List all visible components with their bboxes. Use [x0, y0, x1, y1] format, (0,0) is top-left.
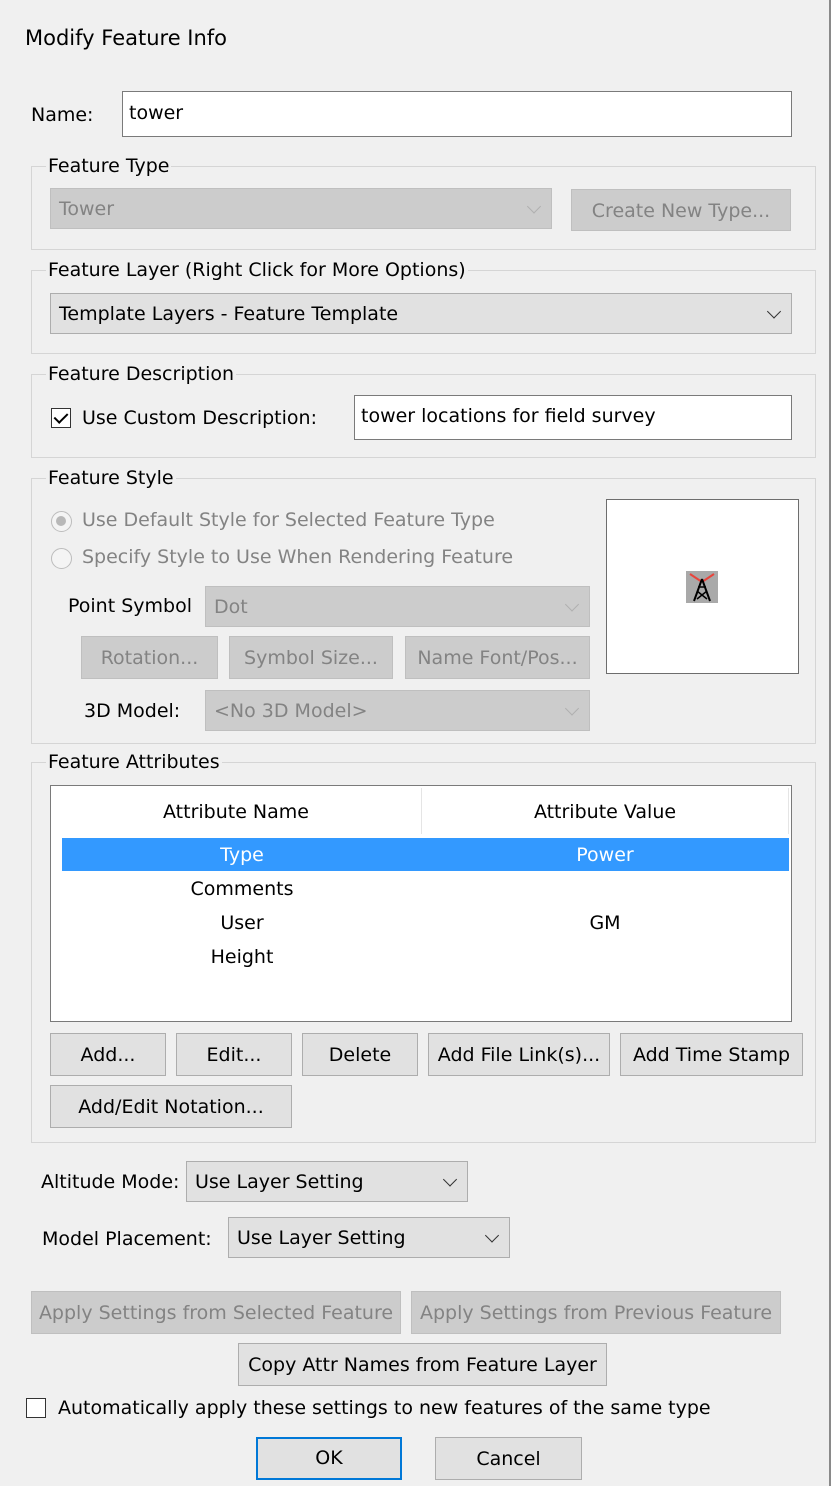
3d-model-value: <No 3D Model>: [214, 700, 368, 722]
attribute-name-cell: User: [220, 912, 264, 934]
default-style-label: Use Default Style for Selected Feature T…: [82, 509, 495, 531]
ok-button[interactable]: OK: [256, 1437, 402, 1480]
3d-model-select[interactable]: <No 3D Model>: [205, 690, 590, 731]
name-font-pos-button[interactable]: Name Font/Pos...: [405, 636, 590, 679]
apply-settings-previous-button[interactable]: Apply Settings from Previous Feature: [411, 1291, 781, 1334]
altitude-mode-label: Altitude Mode:: [41, 1171, 180, 1193]
edit-attribute-button[interactable]: Edit...: [176, 1033, 292, 1076]
model-placement-value: Use Layer Setting: [237, 1227, 406, 1249]
add-edit-notation-button[interactable]: Add/Edit Notation...: [50, 1085, 292, 1128]
delete-attribute-button[interactable]: Delete: [302, 1033, 418, 1076]
use-custom-description-label: Use Custom Description:: [82, 407, 317, 429]
attribute-name-cell: Comments: [190, 878, 294, 900]
feature-layer-select[interactable]: Template Layers - Feature Template: [50, 293, 792, 334]
attribute-value-cell: Power: [576, 844, 634, 866]
attributes-list-header: Attribute Name Attribute Value: [51, 786, 791, 836]
feature-description-group-label: Feature Description: [46, 363, 237, 385]
column-separator: [788, 788, 789, 834]
altitude-mode-select[interactable]: Use Layer Setting: [186, 1161, 468, 1202]
chevron-down-icon: [564, 596, 580, 612]
chevron-down-icon: [766, 303, 782, 319]
3d-model-label: 3D Model:: [84, 700, 181, 722]
feature-layer-value: Template Layers - Feature Template: [59, 303, 399, 325]
feature-type-group-label: Feature Type: [46, 155, 172, 177]
chevron-down-icon: [442, 1171, 458, 1187]
chevron-down-icon: [564, 700, 580, 716]
specify-style-label: Specify Style to Use When Rendering Feat…: [82, 546, 514, 568]
attributes-list[interactable]: Attribute Name Attribute Value Type Powe…: [50, 785, 792, 1022]
chevron-down-icon: [526, 198, 542, 214]
table-row[interactable]: User GM: [62, 906, 789, 939]
point-symbol-label: Point Symbol: [68, 595, 192, 617]
specify-style-radio[interactable]: [51, 548, 72, 569]
point-symbol-value: Dot: [214, 596, 248, 618]
symbol-size-button[interactable]: Symbol Size...: [229, 636, 393, 679]
chevron-down-icon: [484, 1227, 500, 1243]
use-custom-description-checkbox[interactable]: [51, 408, 71, 428]
feature-style-group-label: Feature Style: [46, 467, 176, 489]
create-new-type-button[interactable]: Create New Type...: [571, 189, 791, 231]
apply-settings-selected-button[interactable]: Apply Settings from Selected Feature: [31, 1291, 401, 1334]
cancel-button[interactable]: Cancel: [435, 1437, 582, 1480]
model-placement-select[interactable]: Use Layer Setting: [228, 1217, 510, 1258]
feature-layer-group-label: Feature Layer (Right Click for More Opti…: [46, 259, 468, 281]
feature-type-select[interactable]: Tower: [50, 188, 552, 229]
table-row[interactable]: Type Power: [62, 838, 789, 871]
auto-apply-label: Automatically apply these settings to ne…: [58, 1397, 711, 1419]
custom-description-input[interactable]: tower locations for field survey: [354, 395, 792, 440]
add-time-stamp-button[interactable]: Add Time Stamp: [620, 1033, 803, 1076]
symbol-preview: [606, 499, 799, 674]
column-header-attribute-value[interactable]: Attribute Value: [422, 786, 788, 836]
add-attribute-button[interactable]: Add...: [50, 1033, 166, 1076]
tower-symbol-icon: [686, 571, 718, 603]
dialog-title: Modify Feature Info: [25, 26, 228, 50]
feature-type-value: Tower: [59, 198, 115, 220]
add-file-link-button[interactable]: Add File Link(s)...: [428, 1033, 610, 1076]
column-header-attribute-name[interactable]: Attribute Name: [51, 786, 421, 836]
auto-apply-checkbox[interactable]: [26, 1398, 46, 1418]
table-row[interactable]: Comments: [62, 872, 789, 905]
attribute-name-cell: Height: [210, 946, 274, 968]
attribute-value-cell: GM: [589, 912, 621, 934]
rotation-button[interactable]: Rotation...: [81, 636, 218, 679]
default-style-radio[interactable]: [51, 511, 72, 532]
name-label: Name:: [31, 104, 94, 126]
altitude-mode-value: Use Layer Setting: [195, 1171, 364, 1193]
attribute-name-cell: Type: [220, 844, 264, 866]
copy-attr-names-button[interactable]: Copy Attr Names from Feature Layer: [238, 1343, 607, 1386]
model-placement-label: Model Placement:: [42, 1228, 212, 1250]
table-row[interactable]: Height: [62, 940, 789, 973]
feature-attributes-group-label: Feature Attributes: [46, 751, 222, 773]
name-input[interactable]: tower: [122, 91, 792, 137]
point-symbol-select[interactable]: Dot: [205, 586, 590, 627]
